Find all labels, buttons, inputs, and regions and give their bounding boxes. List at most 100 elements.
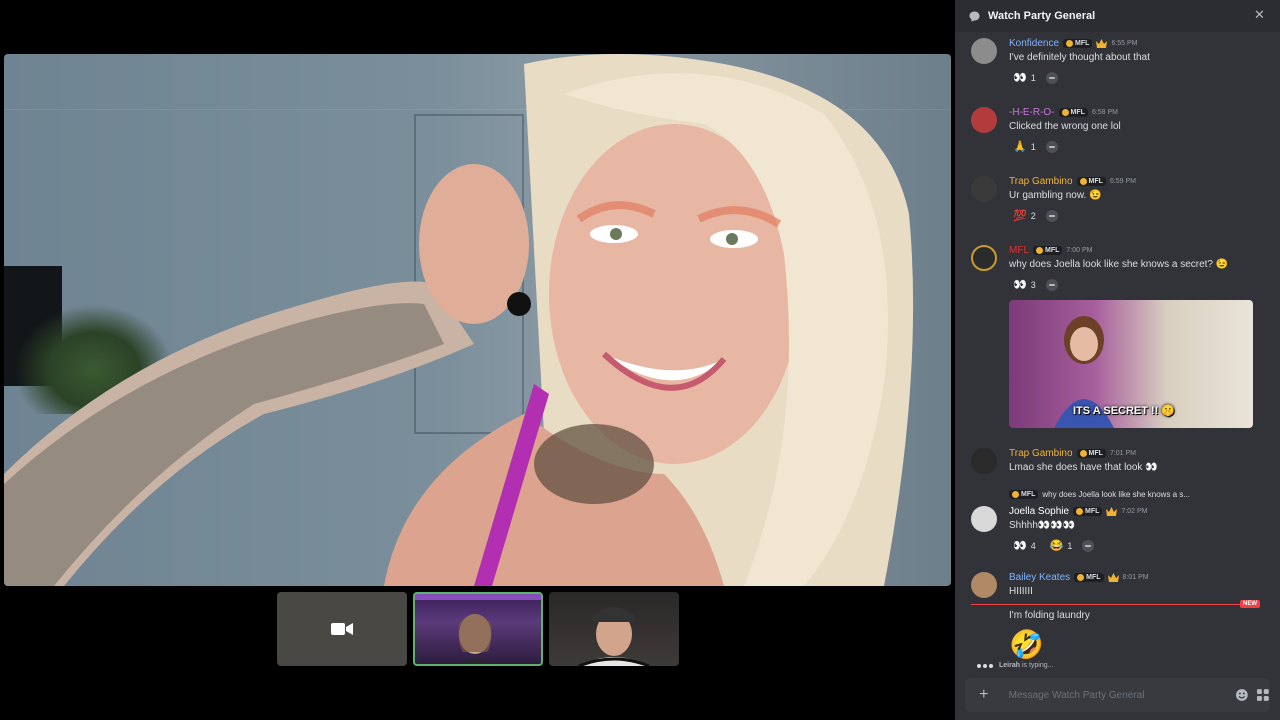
- message-text: Clicked the wrong one lol: [1009, 121, 1121, 132]
- chat-bubble-icon: [969, 11, 980, 21]
- badge-label: MFL: [1021, 491, 1036, 498]
- reply-preview[interactable]: MFL why does Joella look like she knows …: [1009, 490, 1190, 499]
- add-reaction-icon[interactable]: [1045, 141, 1058, 153]
- message-meta: Bailey Keates MFL 8:01 PM: [1009, 572, 1149, 583]
- add-reaction-icon[interactable]: [1082, 540, 1095, 552]
- username[interactable]: Trap Gambino: [1009, 176, 1073, 187]
- reaction-emoji: 🙏: [1013, 140, 1027, 153]
- participant-thumbnails: [277, 592, 679, 666]
- crown-icon: [1107, 572, 1119, 582]
- timestamp: 8:01 PM: [1122, 574, 1149, 581]
- participant-avatar-video: [415, 594, 541, 664]
- reaction-emoji: 👀: [1013, 71, 1027, 84]
- message-text: Lmao she does have that look 👀: [1009, 462, 1158, 473]
- badge-dot: [1077, 574, 1085, 581]
- video-stage: [0, 0, 955, 720]
- main-video-feed[interactable]: [4, 54, 951, 586]
- avatar[interactable]: [971, 176, 997, 202]
- reaction-chip[interactable]: 👀 4: [1009, 538, 1040, 554]
- add-reaction-icon[interactable]: [1045, 72, 1058, 84]
- badge-dot: [1012, 491, 1019, 498]
- message-meta: Joella Sophie MFL 7:02 PM: [1009, 506, 1148, 517]
- reaction-emoji: 👀: [1013, 278, 1027, 291]
- avatar[interactable]: [971, 245, 997, 271]
- guild-badge: MFL: [1009, 490, 1039, 499]
- message-meta: -H-E-R-O- MFL 6:58 PM: [1009, 107, 1118, 118]
- avatar[interactable]: [971, 572, 997, 598]
- avatar[interactable]: [971, 38, 997, 64]
- timestamp: 6:58 PM: [1091, 109, 1119, 116]
- chat-header: Watch Party General ✕: [955, 0, 1280, 32]
- reaction-count: 1: [1030, 142, 1036, 152]
- username[interactable]: Bailey Keates: [1009, 572, 1070, 583]
- timestamp: 7:01 PM: [1109, 450, 1137, 457]
- badge-dot: [1036, 247, 1043, 254]
- username[interactable]: -H-E-R-O-: [1009, 107, 1055, 118]
- big-emoji: 🤣: [1009, 629, 1044, 660]
- message-text: Shhhh👀👀👀: [1009, 520, 1076, 531]
- username[interactable]: Trap Gambino: [1009, 448, 1073, 459]
- message-text: Ur gambling now. 😉: [1009, 190, 1102, 201]
- participant-avatar-video: [578, 607, 650, 666]
- guild-badge: MFL: [1058, 108, 1088, 117]
- attach-plus-icon[interactable]: +: [975, 686, 993, 704]
- reaction-bar: 👀 4 😂 1: [1009, 538, 1095, 554]
- reaction-chip[interactable]: 🙏 1: [1009, 139, 1040, 155]
- video-camera-icon: [331, 623, 353, 635]
- reaction-count: 1: [1067, 541, 1073, 551]
- avatar[interactable]: [971, 506, 997, 532]
- reaction-chip[interactable]: 👀 1: [1009, 70, 1040, 86]
- reply-text: why does Joella look like she knows a s.…: [1042, 490, 1191, 499]
- message-meta: Konfidence MFL 6:55 PM: [1009, 38, 1138, 49]
- message-text: I've definitely thought about that: [1009, 52, 1150, 63]
- guild-badge: MFL: [1074, 573, 1104, 582]
- badge-label: MFL: [1086, 574, 1101, 581]
- emoji-picker-icon[interactable]: [1235, 688, 1249, 702]
- badge-label: MFL: [1085, 508, 1100, 515]
- chat-title: Watch Party General: [988, 10, 1096, 22]
- avatar[interactable]: [971, 107, 997, 133]
- timestamp: 6:59 PM: [1109, 178, 1137, 185]
- username[interactable]: Konfidence: [1009, 38, 1059, 49]
- message-list[interactable]: Konfidence MFL 6:55 PM I've definitely t…: [955, 32, 1280, 678]
- message-text: why does Joella look like she knows a se…: [1009, 259, 1229, 270]
- close-icon[interactable]: ✕: [1254, 8, 1268, 22]
- chat-panel: Watch Party General ✕ Konfidence MFL 6:5…: [955, 0, 1280, 720]
- typing-dots: [977, 663, 993, 668]
- reaction-bar: 🙏 1: [1009, 139, 1058, 155]
- reaction-chip[interactable]: 😂 1: [1046, 538, 1077, 554]
- badge-dot: [1061, 109, 1069, 116]
- new-messages-badge: NEW: [1240, 600, 1260, 608]
- username[interactable]: MFL: [1009, 245, 1029, 256]
- participant-tile-camera-off[interactable]: [277, 592, 407, 666]
- typing-user: Leirah: [999, 662, 1021, 669]
- reaction-count: 4: [1030, 541, 1036, 551]
- new-messages-divider: [971, 604, 1259, 605]
- crown-icon: [1096, 38, 1108, 48]
- add-reaction-icon[interactable]: [1045, 210, 1058, 222]
- message-input[interactable]: [1008, 689, 1205, 701]
- reaction-chip[interactable]: 👀 3: [1009, 277, 1040, 293]
- username[interactable]: Joella Sophie: [1009, 506, 1069, 517]
- message-meta: MFL MFL 7:00 PM: [1009, 245, 1092, 256]
- badge-label: MFL: [1075, 40, 1090, 47]
- reaction-count: 2: [1030, 211, 1036, 221]
- apps-grid-icon[interactable]: [1256, 688, 1270, 702]
- gif-embed[interactable]: ITS A SECRET !! 🤫: [1009, 300, 1253, 428]
- message-text: HIIIIII: [1009, 586, 1033, 597]
- reaction-count: 3: [1030, 280, 1036, 290]
- watch-party-window: Watch Party General ✕ Konfidence MFL 6:5…: [0, 0, 1280, 720]
- participant-tile-speaking[interactable]: [413, 592, 543, 666]
- message-meta: Trap Gambino MFL 6:59 PM: [1009, 176, 1136, 187]
- participant-tile[interactable]: [549, 592, 679, 666]
- timestamp: 6:55 PM: [1111, 40, 1138, 47]
- reaction-chip[interactable]: 💯 2: [1009, 208, 1040, 224]
- typing-indicator: Leirah is typing...: [977, 662, 1053, 669]
- message-composer: +: [965, 678, 1270, 712]
- guild-badge: MFL: [1076, 177, 1106, 186]
- guild-badge: MFL: [1063, 39, 1093, 48]
- avatar[interactable]: [971, 448, 997, 474]
- add-reaction-icon[interactable]: [1045, 279, 1058, 291]
- badge-dot: [1079, 178, 1087, 185]
- badge-label: MFL: [1070, 109, 1085, 116]
